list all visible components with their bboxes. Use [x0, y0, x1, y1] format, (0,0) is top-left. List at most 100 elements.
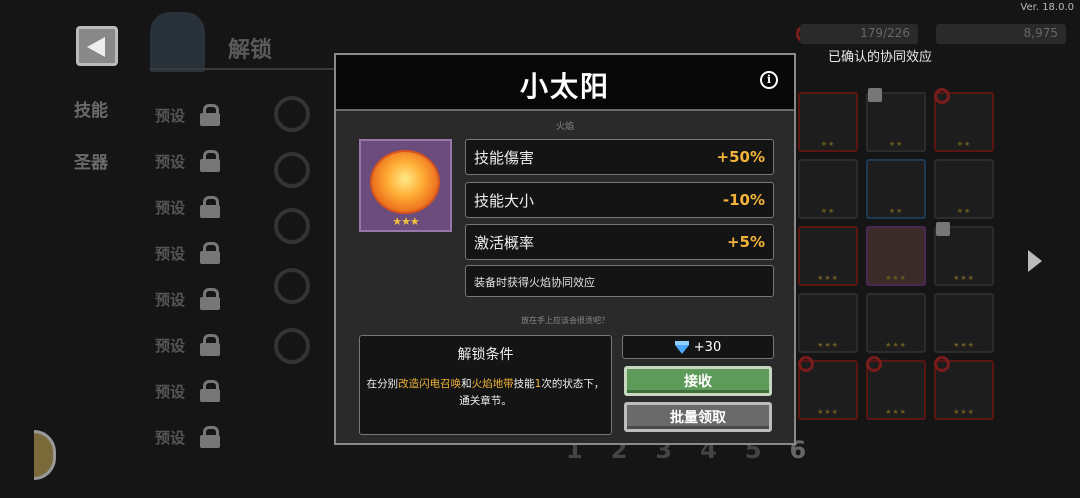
- relic-slot[interactable]: ★★: [798, 159, 858, 219]
- stars-icon: ★★: [820, 140, 836, 148]
- stars-icon: ★★★: [885, 408, 907, 416]
- ban-icon: [934, 88, 950, 104]
- unlock-condition-title: 解锁条件: [457, 347, 514, 363]
- stat-value: +50%: [716, 148, 765, 166]
- preset-row[interactable]: 预设: [155, 334, 221, 356]
- tab-skills[interactable]: 技能: [74, 96, 108, 121]
- search-skill-icon[interactable]: [274, 96, 310, 132]
- relic-slot[interactable]: ★★★: [934, 293, 994, 353]
- relic-slot[interactable]: ★★: [798, 92, 858, 152]
- unlock-condition-text: 在分别改造闪电召唤和火焰地带技能1次的状态下，通关章节。: [366, 378, 605, 407]
- synergy-note: 装备时获得火焰协同效应: [465, 265, 774, 297]
- flavor-hint: 放在手上应该会很烫吧？: [521, 316, 609, 325]
- relic-slot[interactable]: ★★★: [866, 226, 926, 286]
- stat-value: -10%: [722, 191, 765, 209]
- synergy-header: 已确认的协同效应: [828, 50, 933, 65]
- reward-display: +30: [622, 335, 774, 359]
- relic-slot[interactable]: ★★★: [866, 293, 926, 353]
- info-icon[interactable]: i: [760, 71, 778, 89]
- collection-counter: 179/226: [800, 24, 918, 44]
- preset-row[interactable]: 预设: [155, 426, 221, 448]
- relic-grid: ★★ ★★ ★★ ★★ ★★ ★★ ★★★ ★★★ ★★★ ★★★ ★★★ ★★…: [798, 88, 994, 420]
- stars-icon: ★★: [888, 207, 904, 215]
- lock-icon: [199, 104, 221, 126]
- reward-amount: +30: [693, 339, 722, 355]
- relic-slot[interactable]: ★★: [934, 88, 994, 152]
- stat-name: 技能傷害: [474, 148, 535, 167]
- gem-counter: 8,975: [936, 24, 1066, 44]
- preset-row[interactable]: 预设: [155, 150, 221, 172]
- preset-label: 预设: [155, 152, 186, 171]
- ban-icon: [866, 356, 882, 372]
- lock-icon: [199, 150, 221, 172]
- gem-icon: [674, 340, 689, 354]
- relic-slot[interactable]: ★★: [934, 159, 994, 219]
- auto-icon[interactable]: [274, 268, 310, 304]
- lock-icon: [936, 222, 950, 236]
- lock-icon: [199, 196, 221, 218]
- preset-row[interactable]: 预设: [155, 288, 221, 310]
- ban-icon: [934, 356, 950, 372]
- stars-icon: ★★★: [953, 408, 975, 416]
- stars-icon: ★★: [956, 207, 972, 215]
- little-sun-icon: [372, 152, 438, 212]
- header-divider: [150, 68, 340, 70]
- stars-icon: ★★: [888, 140, 904, 148]
- preset-label: 预设: [155, 290, 186, 309]
- screen-title: 解锁: [228, 38, 273, 63]
- stat-value: +5%: [726, 233, 765, 251]
- relic-slot[interactable]: ★★★: [798, 226, 858, 286]
- preset-row[interactable]: 预设: [155, 380, 221, 402]
- relic-detail-modal: 小太阳 i 火焰 ★★★ 技能傷害 +50% 技能大小 -10% 激活概率 +5…: [334, 53, 796, 445]
- rarity-stars: ★★★: [392, 215, 420, 228]
- preset-row[interactable]: 预设: [155, 196, 221, 218]
- stars-icon: ★★★: [817, 341, 839, 349]
- stars-icon: ★★★: [885, 341, 907, 349]
- preset-label: 预设: [155, 198, 186, 217]
- player-avatar[interactable]: [34, 430, 56, 480]
- stars-icon: ★★★: [885, 274, 907, 282]
- relic-slot[interactable]: ★★: [866, 159, 926, 219]
- stars-icon: ★★★: [953, 341, 975, 349]
- tab-relics[interactable]: 圣器: [74, 148, 108, 173]
- back-button[interactable]: [76, 26, 118, 66]
- stars-icon: ★★: [820, 207, 836, 215]
- relic-slot[interactable]: ★★: [866, 88, 926, 152]
- version-label: Ver. 18.0.0: [1020, 2, 1074, 13]
- relic-slot[interactable]: ★★★: [934, 222, 994, 286]
- preset-row[interactable]: 预设: [155, 242, 221, 264]
- lock-icon: [199, 288, 221, 310]
- preset-row[interactable]: 预设: [155, 104, 221, 126]
- relic-slot[interactable]: ★★★: [798, 293, 858, 353]
- lock-icon: [199, 334, 221, 356]
- character-portrait: [150, 12, 205, 72]
- ban-icon: [798, 356, 814, 372]
- stars-icon: ★★: [956, 140, 972, 148]
- preset-label: 预设: [155, 382, 186, 401]
- relic-slot[interactable]: ★★★: [798, 356, 858, 420]
- batch-claim-button[interactable]: 批量领取: [624, 402, 772, 432]
- stars-icon: ★★★: [817, 408, 839, 416]
- stat-row: 技能傷害 +50%: [465, 139, 774, 175]
- preset-label: 预设: [155, 244, 186, 263]
- preset-label: 预设: [155, 336, 186, 355]
- preset-label: 预设: [155, 106, 186, 125]
- relic-slot[interactable]: ★★★: [866, 356, 926, 420]
- relic-slot[interactable]: ★★★: [934, 356, 994, 420]
- relic-icon-frame: ★★★: [359, 139, 452, 232]
- unlock-condition-box: 解锁条件 在分别改造闪电召唤和火焰地带技能1次的状态下，通关章节。: [359, 335, 612, 435]
- next-page-arrow-icon[interactable]: [1028, 250, 1042, 272]
- element-tag: 火焰: [555, 122, 574, 132]
- skill-slot-icon[interactable]: [274, 152, 310, 188]
- stat-row: 技能大小 -10%: [465, 182, 774, 218]
- stars-icon: ★★★: [953, 274, 975, 282]
- stat-name: 激活概率: [474, 233, 535, 252]
- preset-label: 预设: [155, 428, 186, 447]
- lock-icon: [199, 426, 221, 448]
- ban-icon[interactable]: [274, 208, 310, 244]
- stat-row: 激活概率 +5%: [465, 224, 774, 260]
- receive-button[interactable]: 接收: [624, 366, 772, 396]
- stars-icon: ★★★: [817, 274, 839, 282]
- modal-header: 小太阳 i: [336, 55, 794, 111]
- ban-icon[interactable]: [274, 328, 310, 364]
